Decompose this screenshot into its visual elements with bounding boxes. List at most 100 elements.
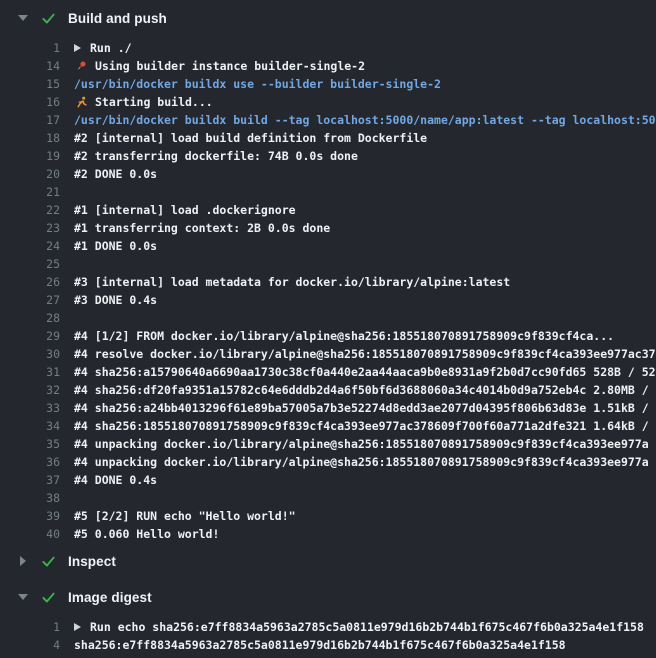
line-number-link[interactable]: 29 (0, 329, 60, 343)
log-line: 18 #2 [internal] load build definition fr… (0, 129, 656, 147)
log-line: 4 sha256:e7ff8834a5963a2785c5a0811e979d16… (0, 636, 656, 654)
log-text: #5 [2/2] RUN echo "Hello world!" (74, 509, 296, 523)
log-text: #3 DONE 0.4s (74, 293, 157, 307)
section-header-image-digest[interactable]: Image digest (0, 579, 656, 615)
line-number-link[interactable]: 28 (0, 311, 60, 325)
line-number-link[interactable]: 37 (0, 473, 60, 487)
chevron-right-icon[interactable] (20, 556, 26, 566)
log-line-content: #4 unpacking docker.io/library/alpine@sh… (74, 455, 649, 469)
log-line: 16 Starting build... (0, 93, 656, 111)
log-line: 35 #4 unpacking docker.io/library/alpine@… (0, 435, 656, 453)
line-number-link[interactable]: 36 (0, 455, 60, 469)
section-header-build-and-push[interactable]: Build and push (0, 0, 656, 36)
check-icon (41, 554, 56, 569)
line-number-link[interactable]: 40 (0, 527, 60, 541)
line-number-link[interactable]: 4 (0, 638, 60, 652)
log-line: 26 #3 [internal] load metadata for docker… (0, 273, 656, 291)
log-text: #4 resolve docker.io/library/alpine@sha2… (74, 347, 656, 361)
log-line: 30 #4 resolve docker.io/library/alpine@sh… (0, 345, 656, 363)
line-number-link[interactable]: 1 (0, 620, 60, 634)
log-line-content: #1 [internal] load .dockerignore (74, 203, 296, 217)
log-line-content: #4 sha256:df20fa9351a15782c64e6dddb2d4a6… (74, 383, 656, 397)
section-header-inspect[interactable]: Inspect (0, 543, 656, 579)
log-line-content: #4 unpacking docker.io/library/alpine@sh… (74, 437, 649, 451)
log-line: 25 (0, 255, 656, 273)
log-text: sha256:e7ff8834a5963a2785c5a0811e979d16b… (74, 638, 566, 652)
line-number-link[interactable]: 38 (0, 491, 60, 505)
log-text: /usr/bin/docker buildx build --tag local… (74, 113, 656, 127)
log-line: 28 (0, 309, 656, 327)
log-line: 19 #2 transferring dockerfile: 74B 0.0s d… (0, 147, 656, 165)
runner-icon (74, 95, 88, 109)
line-number-link[interactable]: 25 (0, 257, 60, 271)
line-number-link[interactable]: 34 (0, 419, 60, 433)
line-number-link[interactable]: 23 (0, 221, 60, 235)
log-line-content: #3 DONE 0.4s (74, 293, 157, 307)
line-number-link[interactable]: 30 (0, 347, 60, 361)
log-text: #2 [internal] load build definition from… (74, 131, 427, 145)
log-line: 29 #4 [1/2] FROM docker.io/library/alpine… (0, 327, 656, 345)
log-line: 21 (0, 183, 656, 201)
log-line-content: #2 [internal] load build definition from… (74, 131, 427, 145)
line-number-link[interactable]: 27 (0, 293, 60, 307)
log-text: Starting build... (95, 95, 213, 109)
line-number-link[interactable]: 17 (0, 113, 60, 127)
log-text: Using builder instance builder-single-2 (95, 59, 365, 73)
line-number-link[interactable]: 31 (0, 365, 60, 379)
log-line: 1 Run ./ (0, 39, 656, 57)
expander-triangle-icon[interactable] (74, 623, 81, 631)
log-line: 15/usr/bin/docker buildx use --builder b… (0, 75, 656, 93)
log-line-content: #1 DONE 0.0s (74, 239, 157, 253)
log-text: #1 [internal] load .dockerignore (74, 203, 296, 217)
log-text: #4 unpacking docker.io/library/alpine@sh… (74, 437, 649, 451)
chevron-down-icon[interactable] (18, 15, 28, 21)
log-line-content: #2 transferring dockerfile: 74B 0.0s don… (74, 149, 358, 163)
log-text: #4 DONE 0.4s (74, 473, 157, 487)
chevron-down-icon[interactable] (18, 594, 28, 600)
log-line-content: /usr/bin/docker buildx build --tag local… (74, 113, 656, 127)
section-title: Inspect (68, 554, 116, 569)
line-number-link[interactable]: 39 (0, 509, 60, 523)
line-number-link[interactable]: 33 (0, 401, 60, 415)
log-line-content: #1 transferring context: 2B 0.0s done (74, 221, 330, 235)
log-viewer: Build and push1Run ./14Using builder ins… (0, 0, 656, 654)
line-number-link[interactable]: 15 (0, 77, 60, 91)
line-number-link[interactable]: 22 (0, 203, 60, 217)
log-line-content: Using builder instance builder-single-2 (74, 59, 365, 73)
expander-triangle-icon[interactable] (74, 44, 81, 52)
line-number-link[interactable]: 18 (0, 131, 60, 145)
log-line: 39 #5 [2/2] RUN echo "Hello world!" (0, 507, 656, 525)
log-text: Run ./ (90, 41, 132, 55)
line-number-link[interactable]: 26 (0, 275, 60, 289)
line-number-link[interactable]: 35 (0, 437, 60, 451)
log-text: #4 sha256:df20fa9351a15782c64e6dddb2d4a6… (74, 383, 656, 397)
line-number-link[interactable]: 21 (0, 185, 60, 199)
log-line-content: #3 [internal] load metadata for docker.i… (74, 275, 510, 289)
line-number-link[interactable]: 20 (0, 167, 60, 181)
line-number-link[interactable]: 19 (0, 149, 60, 163)
log-line: 36 #4 unpacking docker.io/library/alpine@… (0, 453, 656, 471)
log-line: 24 #1 DONE 0.0s (0, 237, 656, 255)
log-line-content: #5 0.060 Hello world! (74, 527, 219, 541)
log-line-content: #4 sha256:a15790640a6690aa1730c38cf0a440… (74, 365, 656, 379)
line-number-link[interactable]: 14 (0, 59, 60, 73)
line-number-link[interactable]: 16 (0, 95, 60, 109)
line-number-link[interactable]: 24 (0, 239, 60, 253)
log-line: 38 (0, 489, 656, 507)
log-text: #1 transferring context: 2B 0.0s done (74, 221, 330, 235)
log-line-content: #4 sha256:a24bb4013296f61e89ba57005a7b3e… (74, 401, 656, 415)
log-section: Image digest1Run echo sha256:e7ff8834a59… (0, 579, 656, 654)
line-number-link[interactable]: 32 (0, 383, 60, 397)
log-text: #4 sha256:a15790640a6690aa1730c38cf0a440… (74, 365, 656, 379)
log-line-content: #4 [1/2] FROM docker.io/library/alpine@s… (74, 329, 614, 343)
log-text: #4 [1/2] FROM docker.io/library/alpine@s… (74, 329, 614, 343)
log-line-content: #5 [2/2] RUN echo "Hello world!" (74, 509, 296, 523)
log-line: 27 #3 DONE 0.4s (0, 291, 656, 309)
log-text: /usr/bin/docker buildx use --builder bui… (74, 77, 441, 91)
line-number-link[interactable]: 1 (0, 41, 60, 55)
log-section: Build and push 1 Run ./ 14 Using builder ins… (0, 0, 656, 543)
check-icon (41, 11, 56, 26)
log-line: 22 #1 [internal] load .dockerignore (0, 201, 656, 219)
log-line: 17/usr/bin/docker buildx build --tag loc… (0, 111, 656, 129)
log-line-content: Run ./ (74, 41, 132, 55)
